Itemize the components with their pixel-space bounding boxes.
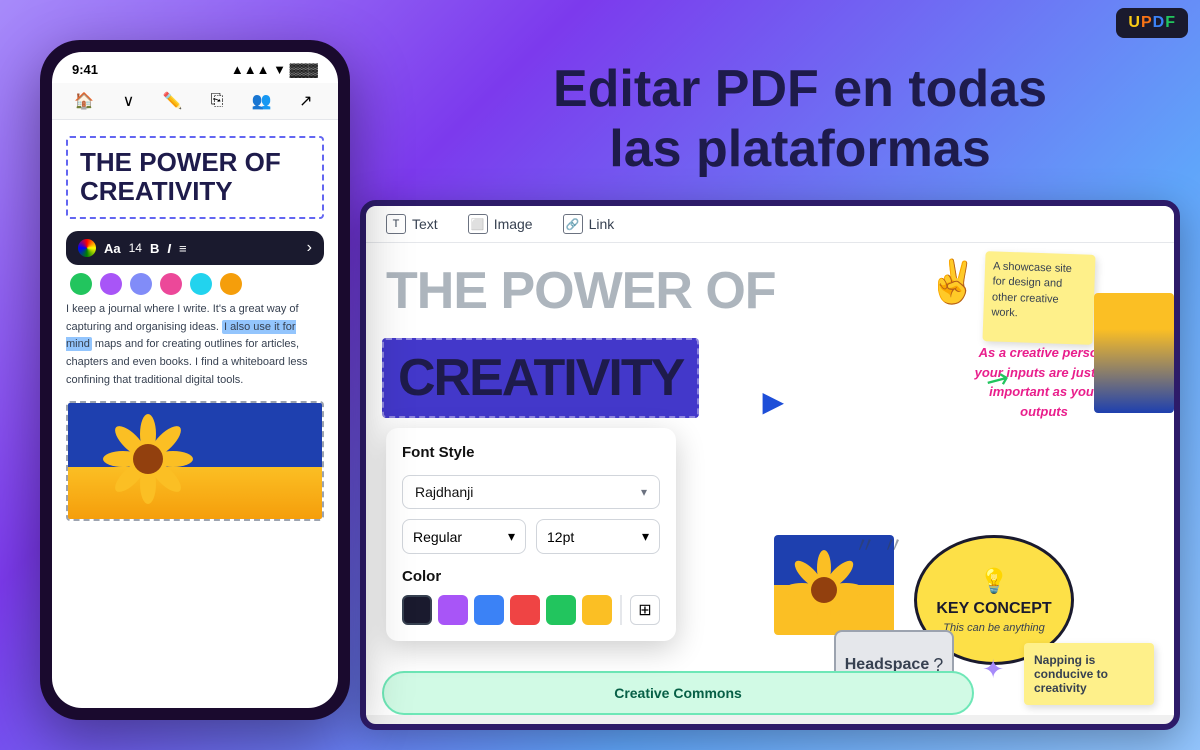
font-style-panel: Font Style Rajdhanji ▾ Regular ▾ 12pt ▾ … bbox=[386, 428, 676, 641]
home-icon[interactable]: 🏠 bbox=[72, 89, 96, 113]
italic-button[interactable]: I bbox=[167, 241, 171, 256]
color-swatches-row: ⊞ bbox=[402, 595, 660, 625]
text-tool-label: Text bbox=[412, 216, 438, 232]
star-icon: ✦ bbox=[982, 654, 1004, 685]
napping-text: Napping is conducive to creativity bbox=[1034, 653, 1108, 695]
photo-right-edge bbox=[1094, 293, 1174, 413]
font-weight-size-row: Regular ▾ 12pt ▾ bbox=[402, 519, 660, 554]
color-cyan[interactable] bbox=[190, 273, 212, 295]
cursor-icon: ▶ bbox=[762, 385, 784, 418]
font-name-value: Rajdhanji bbox=[415, 484, 473, 500]
creative-commons-label: Creative Commons bbox=[614, 685, 742, 701]
logo-letter-d: D bbox=[1153, 14, 1166, 31]
swatch-red[interactable] bbox=[510, 595, 540, 625]
align-button[interactable]: ≡ bbox=[179, 241, 187, 256]
logo-letter-p: P bbox=[1141, 14, 1153, 31]
swatch-green[interactable] bbox=[546, 595, 576, 625]
phone-title-box[interactable]: THE POWER OF CREATIVITY bbox=[66, 136, 324, 219]
text-tool-icon[interactable]: T bbox=[386, 214, 406, 234]
sunflower-image bbox=[68, 403, 322, 519]
font-weight-value: Regular bbox=[413, 529, 462, 545]
font-name-arrow: ▾ bbox=[641, 485, 647, 499]
napping-sticky-note: Napping is conducive to creativity bbox=[1024, 643, 1154, 705]
color-amber[interactable] bbox=[220, 273, 242, 295]
tablet-big-title: THE POWER OF bbox=[386, 263, 776, 320]
swatch-yellow[interactable] bbox=[582, 595, 612, 625]
bold-button[interactable]: B bbox=[150, 241, 159, 256]
updf-logo: UPDF bbox=[1116, 8, 1188, 38]
creativity-section[interactable]: CREATIVITY ▶ bbox=[382, 338, 754, 418]
tablet-content: THE POWER OF CREATIVITY ▶ Font Style Raj… bbox=[366, 243, 1174, 715]
phone-body-text: I keep a journal where I write. It's a g… bbox=[66, 301, 324, 389]
color-section-label: Color bbox=[402, 568, 660, 585]
color-indigo[interactable] bbox=[130, 273, 152, 295]
chevron-down-icon[interactable]: ∨ bbox=[116, 89, 140, 113]
font-panel-title: Font Style bbox=[402, 444, 660, 461]
font-size-arrow: ▾ bbox=[642, 528, 649, 545]
more-icon[interactable]: › bbox=[307, 239, 312, 257]
hero-section: Editar PDF en todas las plataformas bbox=[460, 60, 1140, 180]
color-picker-icon[interactable] bbox=[78, 239, 96, 257]
link-tool-label: Link bbox=[589, 216, 615, 232]
phone-time: 9:41 bbox=[72, 62, 98, 77]
color-green[interactable] bbox=[70, 273, 92, 295]
sunflower-svg bbox=[88, 401, 208, 519]
hero-title-line2: las plataformas bbox=[609, 120, 991, 178]
lightbulb-icon: 💡 bbox=[979, 567, 1009, 596]
swatch-black[interactable] bbox=[402, 595, 432, 625]
color-pink[interactable] bbox=[160, 273, 182, 295]
phone-title-text: THE POWER OF CREATIVITY bbox=[80, 148, 310, 205]
font-name-select[interactable]: Rajdhanji ▾ bbox=[402, 475, 660, 509]
creative-commons-button[interactable]: Creative Commons bbox=[382, 671, 974, 715]
creativity-text: CREATIVITY bbox=[398, 349, 683, 407]
peace-icon: ✌️ bbox=[927, 258, 979, 307]
phone-signal: ▲▲▲ ▼ ▓▓▓ bbox=[231, 62, 318, 77]
sticky-note-text: A showcase site for design and other cre… bbox=[991, 260, 1072, 319]
logo-letter-f: F bbox=[1165, 14, 1176, 31]
sticky-note-yellow: A showcase site for design and other cre… bbox=[982, 251, 1095, 345]
creativity-box[interactable]: CREATIVITY bbox=[382, 338, 699, 418]
share-icon[interactable]: ↗ bbox=[294, 89, 318, 113]
edit-icon[interactable]: ✏️ bbox=[161, 89, 185, 113]
link-tool[interactable]: 🔗 Link bbox=[563, 214, 615, 234]
users-icon[interactable]: 👥 bbox=[249, 89, 273, 113]
logo-letter-u: U bbox=[1128, 14, 1141, 31]
phone-content: THE POWER OF CREATIVITY Aa 14 B I ≡ › bbox=[52, 120, 338, 537]
more-colors-button[interactable]: ⊞ bbox=[630, 595, 660, 625]
phone-image-box bbox=[66, 401, 324, 521]
font-aa-button[interactable]: Aa bbox=[104, 241, 121, 256]
font-weight-arrow: ▾ bbox=[508, 528, 515, 545]
swatch-purple[interactable] bbox=[438, 595, 468, 625]
tablet-device: T Text ⬜ Image 🔗 Link THE POWER OF CREAT… bbox=[360, 200, 1180, 730]
phone-screen: 9:41 ▲▲▲ ▼ ▓▓▓ 🏠 ∨ ✏️ ⎘ 👥 ↗ THE POWER OF… bbox=[52, 52, 338, 708]
image-tool[interactable]: ⬜ Image bbox=[468, 214, 533, 234]
font-weight-select[interactable]: Regular ▾ bbox=[402, 519, 526, 554]
hero-title-line1: Editar PDF en todas bbox=[553, 60, 1047, 118]
swatch-divider bbox=[620, 595, 622, 625]
color-purple[interactable] bbox=[100, 273, 122, 295]
font-size-select[interactable]: 12pt ▾ bbox=[536, 519, 660, 554]
font-size-display[interactable]: 14 bbox=[129, 241, 142, 255]
font-size-value: 12pt bbox=[547, 529, 574, 545]
link-tool-icon[interactable]: 🔗 bbox=[563, 214, 583, 234]
text-tool[interactable]: T Text bbox=[386, 214, 438, 234]
phone-status-bar: 9:41 ▲▲▲ ▼ ▓▓▓ bbox=[52, 52, 338, 83]
hero-title: Editar PDF en todas las plataformas bbox=[460, 60, 1140, 180]
swatch-blue[interactable] bbox=[474, 595, 504, 625]
phone-toolbar[interactable]: 🏠 ∨ ✏️ ⎘ 👥 ↗ bbox=[52, 83, 338, 120]
phone-device: 9:41 ▲▲▲ ▼ ▓▓▓ 🏠 ∨ ✏️ ⎘ 👥 ↗ THE POWER OF… bbox=[40, 40, 350, 720]
deco-scribbles: 〃 〃 bbox=[854, 528, 904, 560]
color-dots-row bbox=[66, 273, 324, 295]
image-tool-icon[interactable]: ⬜ bbox=[468, 214, 488, 234]
key-concept-title: KEY CONCEPT bbox=[936, 600, 1051, 618]
text-format-toolbar[interactable]: Aa 14 B I ≡ › bbox=[66, 231, 324, 265]
tablet-title-line1: THE POWER OF bbox=[386, 263, 776, 320]
image-tool-label: Image bbox=[494, 216, 533, 232]
copy-icon[interactable]: ⎘ bbox=[205, 89, 229, 113]
key-concept-subtitle: This can be anything bbox=[943, 622, 1045, 634]
highlight-text: I also use it for mind bbox=[66, 320, 296, 352]
tablet-toolbar[interactable]: T Text ⬜ Image 🔗 Link bbox=[366, 206, 1174, 243]
